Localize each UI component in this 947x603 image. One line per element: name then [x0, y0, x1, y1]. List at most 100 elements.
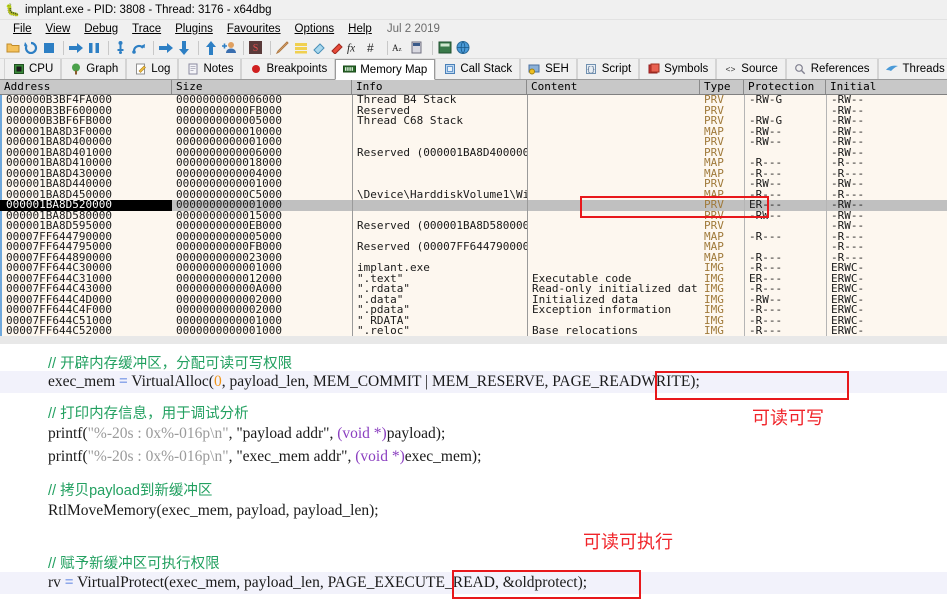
- table-row[interactable]: 000001BA8D450000 00000000000C5000 \Device\…: [0, 189, 947, 200]
- cell-address: 000000B3BF6FB000: [0, 116, 172, 127]
- log-icon[interactable]: [293, 40, 308, 55]
- globe-icon[interactable]: [455, 40, 470, 55]
- column-header-address[interactable]: Address: [0, 80, 172, 94]
- table-body[interactable]: 000000B3BF4FA000 0000000000006000 Thread B…: [0, 95, 947, 344]
- cell-size: 0000000000006000: [176, 95, 282, 106]
- tab-source[interactable]: <> Source: [716, 59, 786, 79]
- column-header-info[interactable]: Info: [352, 80, 527, 94]
- table-row[interactable]: 000001BA8D595000 00000000000EB000 Reserved…: [0, 221, 947, 232]
- restart-icon[interactable]: [23, 40, 38, 55]
- tab-script[interactable]: {} Script: [576, 59, 640, 79]
- cell-content: [527, 200, 700, 211]
- pencil-icon[interactable]: [275, 40, 290, 55]
- table-row[interactable]: 00007FF644C31000 0000000000012000 ".text" E…: [0, 273, 947, 284]
- table-row[interactable]: 00007FF644890000 0000000000023000 MAP -R---…: [0, 252, 947, 263]
- cell-content: [527, 158, 700, 169]
- cell-type: MAP: [704, 126, 724, 137]
- table-row[interactable]: 000000B3BF4FA000 0000000000006000 Thread B…: [0, 95, 947, 106]
- table-row[interactable]: 00007FF644C52000 0000000000001000 ".reloc"…: [0, 326, 947, 337]
- column-header-type[interactable]: Type: [700, 80, 744, 94]
- cell-info: ".rdata": [352, 284, 527, 295]
- table-row[interactable]: 00007FF644795000 00000000000FB000 Reserved…: [0, 242, 947, 253]
- tab-call-stack[interactable]: Call Stack: [435, 59, 521, 79]
- table-row[interactable]: 000001BA8D430000 0000000000004000 MAP -R---…: [0, 168, 947, 179]
- az-icon[interactable]: Az: [392, 40, 407, 55]
- table-row[interactable]: 000000B3BF6FB000 0000000000005000 Thread C…: [0, 116, 947, 127]
- tab-symbols[interactable]: Symbols: [639, 59, 717, 79]
- menu-help[interactable]: Help: [341, 22, 379, 36]
- cpu-icon: [12, 63, 25, 76]
- table-row[interactable]: 000001BA8D3F0000 0000000000010000 MAP -RW--…: [0, 126, 947, 137]
- tab-references[interactable]: References: [785, 59, 878, 79]
- cell-address: 000001BA8D580000: [0, 210, 172, 221]
- tab-graph[interactable]: Graph: [61, 59, 127, 79]
- column-header-initial[interactable]: Initial: [826, 80, 945, 94]
- table-row[interactable]: 000001BA8D520000 0000000000001000 PRV ER---…: [0, 200, 947, 211]
- cell-info: ".text": [352, 273, 527, 284]
- toolbar-divider: [387, 40, 388, 55]
- table-row[interactable]: 00007FF644C51000 0000000000001000 "_RDATA"…: [0, 315, 947, 326]
- menu-plugins[interactable]: Plugins: [168, 22, 220, 36]
- table-row[interactable]: 00007FF644C4F000 0000000000002000 ".pdata"…: [0, 305, 947, 316]
- run-icon[interactable]: [68, 40, 83, 55]
- tab-breakpoints[interactable]: Breakpoints: [241, 59, 336, 79]
- menu-trace[interactable]: Trace: [125, 22, 168, 36]
- step-out-icon[interactable]: [158, 40, 173, 55]
- table-row[interactable]: 000001BA8D400000 0000000000001000 PRV -RW--…: [0, 137, 947, 148]
- skip-icon[interactable]: S: [248, 40, 263, 55]
- calc2-icon[interactable]: [437, 40, 452, 55]
- attach-icon[interactable]: [221, 40, 236, 55]
- cell-protection: -R---: [744, 326, 826, 337]
- tab-label: Symbols: [664, 63, 709, 75]
- tab-memory-map[interactable]: Memory Map: [335, 59, 436, 80]
- cell-address: 00007FF644C43000: [0, 284, 172, 295]
- cell-initial: -RW--: [826, 126, 945, 137]
- code-comment-protect: // 赋予新缓冲区可执行权限: [48, 556, 220, 572]
- cell-content: Base relocations: [527, 326, 700, 337]
- tab-log[interactable]: Log: [126, 59, 179, 79]
- tab-label: Breakpoints: [266, 63, 328, 75]
- table-row[interactable]: 00007FF644C30000 0000000000001000 implant.…: [0, 263, 947, 274]
- step-down-icon[interactable]: [176, 40, 191, 55]
- menu-debug[interactable]: Debug: [77, 22, 125, 36]
- table-row[interactable]: 000000B3BF600000 00000000000FB000 Reserved…: [0, 105, 947, 116]
- cell-initial: ERWC-: [826, 305, 945, 316]
- pause-icon[interactable]: [86, 40, 101, 55]
- table-row[interactable]: 00007FF644C4D000 0000000000002000 ".data" I…: [0, 294, 947, 305]
- cell-size: 0000000000005000: [176, 116, 282, 127]
- eraser-icon[interactable]: [329, 40, 344, 55]
- patch-icon[interactable]: [311, 40, 326, 55]
- run-to-user-code-icon[interactable]: [203, 40, 218, 55]
- hash-icon[interactable]: #: [365, 40, 380, 55]
- tab-threads[interactable]: Threads: [877, 59, 947, 79]
- cell-content: [527, 137, 700, 148]
- menu-file[interactable]: File: [6, 22, 39, 36]
- memory-map-table[interactable]: Address Size Info Content Type Protectio…: [0, 80, 947, 344]
- cell-address: 000001BA8D450000: [0, 189, 172, 200]
- column-header-content[interactable]: Content: [527, 80, 700, 94]
- step-into-icon[interactable]: [113, 40, 128, 55]
- table-row[interactable]: 00007FF644C43000 000000000000A000 ".rdata"…: [0, 284, 947, 295]
- cell-protection: [744, 221, 826, 232]
- tab-seh[interactable]: SEH: [520, 59, 577, 79]
- table-row[interactable]: 000001BA8D580000 0000000000015000 PRV -RW--…: [0, 210, 947, 221]
- menu-view[interactable]: View: [39, 22, 78, 36]
- calculator-icon[interactable]: [410, 40, 425, 55]
- table-row[interactable]: 000001BA8D440000 0000000000001000 PRV -RW--…: [0, 179, 947, 190]
- column-header-size[interactable]: Size: [172, 80, 352, 94]
- cell-content: [527, 168, 700, 179]
- step-over-icon[interactable]: [131, 40, 146, 55]
- cell-initial: -RW--: [826, 147, 945, 158]
- table-row[interactable]: 000001BA8D401000 0000000000006000 Reserved…: [0, 147, 947, 158]
- table-row[interactable]: 000001BA8D410000 0000000000018000 MAP -R---…: [0, 158, 947, 169]
- stop-icon[interactable]: [41, 40, 56, 55]
- column-header-protection[interactable]: Protection: [744, 80, 826, 94]
- open-folder-icon[interactable]: [5, 40, 20, 55]
- menu-options[interactable]: Options: [288, 22, 342, 36]
- menu-favourites[interactable]: Favourites: [220, 22, 288, 36]
- tab-notes[interactable]: Notes: [178, 59, 242, 79]
- cell-size: 00000000000EB000: [176, 221, 282, 232]
- tab-cpu[interactable]: CPU: [4, 59, 62, 79]
- cell-initial: -R---: [826, 242, 945, 253]
- table-row[interactable]: 00007FF644790000 0000000000005000 MAP -R---…: [0, 231, 947, 242]
